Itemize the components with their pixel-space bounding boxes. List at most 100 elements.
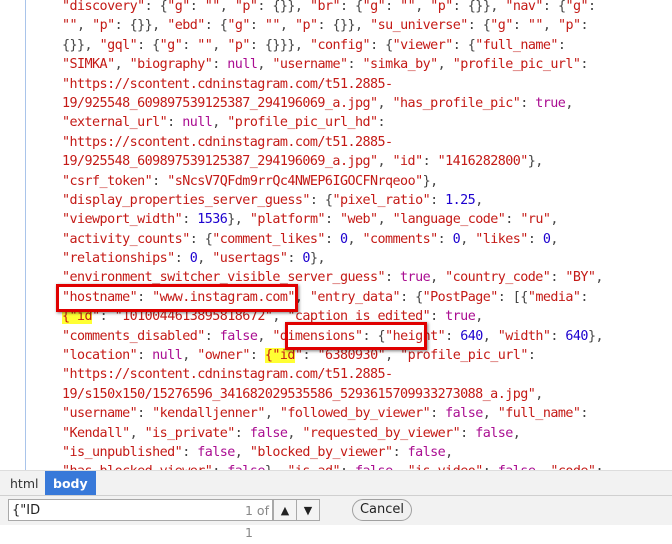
code-token: : [580,57,588,73]
code-token: : [174,251,190,267]
code-token: "dimensions" [272,328,363,344]
code-token: : [505,212,521,228]
code-token: : {}}}, [249,37,310,53]
code-token: "requested_by_viewer" [302,425,461,441]
find-input[interactable]: {"ID 1 of 1 [8,499,273,540]
code-token: "p" [92,18,115,34]
code-token: "relationships" [62,251,175,267]
code-token: "usertags" [212,251,288,267]
code-line: "", "p": {}}, "ebd": {"g": "", "p": {}},… [62,16,603,35]
code-token: true [535,95,566,111]
code-token: "comments_disabled" [62,328,205,344]
code-token: : [430,406,446,422]
code-line: "hostname": "www.instagram.com", "entry_… [62,288,603,307]
code-token: "p" [557,18,581,34]
code-line: {"id": "1010044613895818672", "caption_i… [62,307,603,326]
code-token: "Kendall" [62,425,130,441]
indent-guide [25,0,26,470]
code-token: "https://scontent.cdninstagram.com/t51.2… [62,134,393,150]
code-token: : [324,212,340,228]
code-line: "environment_switcher_visible_server_gue… [62,268,603,287]
code-token: "nav" [505,0,543,14]
code-token: : { [370,37,393,53]
cancel-button[interactable]: Cancel [352,499,412,521]
code-token: "display_properties_server_guess" [62,192,310,208]
code-token: , [257,328,273,344]
code-token: : { [542,0,566,14]
code-token: 640 [460,328,483,344]
code-line: "external_url": null, "profile_pic_url_h… [62,113,603,132]
code-token: "su_universe" [370,18,468,34]
code-token: , [430,270,446,286]
code-line: {}}, "gql": {"g": "", "p": {}}}, "config… [62,36,603,55]
code-token: "height" [385,328,446,344]
code-token: , [377,212,393,228]
code-token: "gql" [99,37,138,53]
code-token: : [347,57,363,73]
code-token: , [197,251,213,267]
code-token: "blocked_by_viewer" [249,444,393,460]
code-token: "owner" [197,348,250,364]
code-token: : [385,0,401,14]
code-token: "g" [565,0,589,14]
code-token: : [212,57,228,73]
code-token: : [557,37,566,53]
code-token: "g" [167,0,190,14]
code-token: , [287,425,303,441]
code-token: "biography" [129,57,213,73]
code-token: : [152,173,168,189]
code-token: }, [227,212,250,228]
code-token: "is_private" [144,425,236,441]
code-token: : [{ [497,289,529,305]
code-token: 19/s150x150/15276596_341682029535586_529… [62,386,536,402]
code-token: "full_name" [475,37,558,53]
code-token: : [167,115,183,131]
code-token: , [482,328,498,344]
code-token: " [92,309,100,325]
code-token: "br" [309,0,341,14]
code-token: : [430,192,446,208]
code-token: 0 [302,251,310,267]
code-token: "full_name" [497,406,581,422]
code-token: : { [400,289,423,305]
code-token: : [182,444,198,460]
find-next-button[interactable]: ▼ [296,499,320,521]
code-token: , [114,57,130,73]
code-token: }, [309,251,326,267]
code-token: "has_profile_pic" [392,95,521,111]
code-line: "location": null, "owner": {"id": "63809… [62,346,603,365]
code-token: , [482,406,498,422]
code-token: , [565,95,573,111]
code-token: "location" [62,348,138,364]
code-token: : { [309,192,333,208]
code-token: 1.25 [445,192,476,208]
code-token: }, [527,154,544,170]
find-previous-button[interactable]: ▲ [273,499,297,521]
breadcrumb-body[interactable]: body [45,471,96,496]
code-token: : [422,154,438,170]
code-token: , [460,231,476,247]
search-match-highlight: {"id [62,309,93,325]
code-token: true [400,270,431,286]
breadcrumb-html[interactable]: html [2,471,46,496]
code-token: , [257,57,273,73]
code-token: "https://scontent.cdninstagram.com/t51.2… [62,76,393,92]
code-token: : [204,328,220,344]
code-token: "hostname" [62,289,138,305]
code-token: null [182,115,213,131]
find-query: {"ID [12,503,41,518]
code-token: : [137,406,153,422]
code-token: , [550,212,558,228]
code-token: "g" [159,37,183,53]
code-token: "BY" [565,270,596,286]
code-token: "p" [294,18,318,34]
code-token: "g" [362,0,386,14]
code-line: "SIMKA", "biography": null, "username": … [62,55,603,74]
code-token: "ebd" [167,18,205,34]
code-token: 19/925548_609897539125387_294196069_a.jp… [62,154,378,170]
code-token: , [219,0,235,14]
code-token: false [475,425,513,441]
code-line: "activity_counts": {"comment_likes": 0, … [62,230,603,249]
code-token: : {}}, [317,18,371,34]
code-token: "language_code" [392,212,506,228]
